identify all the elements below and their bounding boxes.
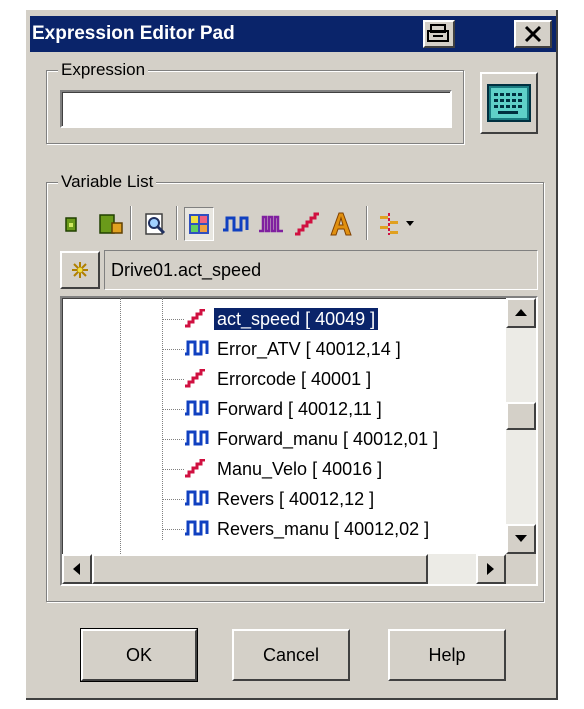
expression-legend: Expression <box>58 60 149 80</box>
digital-signal-icon <box>223 216 249 232</box>
arrow-right-icon <box>487 563 494 575</box>
scroll-left-button[interactable] <box>62 554 92 584</box>
tree-item[interactable]: Forward_manu [ 40012,01 ] <box>162 426 441 452</box>
tree-item[interactable]: act_speed [ 40049 ] <box>162 306 380 332</box>
tree-item-label: Forward_manu [ 40012,01 ] <box>217 429 439 449</box>
small-tag-icon <box>65 217 77 232</box>
analog-signal-icon <box>295 212 319 236</box>
toolbar-separator <box>366 206 368 240</box>
toolbar-button-small-icons[interactable] <box>56 207 86 241</box>
tree-connector <box>162 319 184 320</box>
scroll-thumb[interactable] <box>506 402 536 430</box>
sparkle-icon <box>72 262 88 278</box>
tree-item-label: Error_ATV [ 40012,14 ] <box>217 339 401 359</box>
digital-variable-icon <box>185 490 209 506</box>
tree-item-label: Forward [ 40012,11 ] <box>217 399 382 419</box>
pulse-signal-icon <box>259 215 283 233</box>
tree-item[interactable]: Revers_manu [ 40012,02 ] <box>162 516 432 542</box>
toolbar-button-string[interactable] <box>326 207 356 241</box>
toolbar-separator <box>176 206 178 240</box>
path-pick-button[interactable] <box>60 251 100 289</box>
vertical-scrollbar[interactable] <box>506 298 536 554</box>
keep-on-top-button[interactable] <box>423 20 455 48</box>
arrow-down-icon <box>515 535 527 542</box>
horizontal-scroll-thumb[interactable] <box>92 554 428 584</box>
analog-variable-icon <box>185 459 205 478</box>
tree-connector <box>162 379 184 380</box>
chevron-down-icon <box>406 221 414 226</box>
arrow-left-icon <box>73 563 80 575</box>
scroll-down-button[interactable] <box>506 524 536 554</box>
close-button[interactable] <box>514 20 552 48</box>
variable-list-legend: Variable List <box>58 172 157 192</box>
keyboard-icon <box>487 84 531 122</box>
text-a-icon <box>330 212 352 236</box>
horizontal-scrollbar[interactable] <box>62 554 506 584</box>
digital-variable-icon <box>185 430 209 446</box>
ok-button[interactable]: OK <box>80 628 198 682</box>
help-button[interactable]: Help <box>388 629 506 681</box>
tree-item-label: act_speed [ 40049 ] <box>212 307 380 331</box>
tree-connector <box>162 499 184 500</box>
cancel-button[interactable]: Cancel <box>232 629 350 681</box>
tree-item-label: Manu_Velo [ 40016 ] <box>217 459 383 479</box>
toolbar-button-large-icons[interactable] <box>96 207 126 241</box>
ok-button-label: OK <box>125 644 152 665</box>
variable-path-field[interactable]: Drive01.act_speed <box>104 250 538 290</box>
arrow-up-icon <box>515 309 527 316</box>
analog-variable-icon <box>185 309 205 328</box>
find-icon <box>145 213 166 235</box>
tree-item[interactable]: Revers [ 40012,12 ] <box>162 486 377 512</box>
expression-editor-window: Expression Editor Pad Expression Variabl… <box>26 10 558 700</box>
tree-item[interactable]: Error_ATV [ 40012,14 ] <box>162 336 404 362</box>
tree-item[interactable]: Manu_Velo [ 40016 ] <box>162 456 385 482</box>
toolbar-button-digital[interactable] <box>220 207 250 241</box>
scroll-up-button[interactable] <box>506 298 536 328</box>
digital-variable-icon <box>185 400 209 416</box>
variable-path-value: Drive01.act_speed <box>111 260 262 280</box>
digital-variable-icon <box>185 520 209 536</box>
toolbar-button-pulse[interactable] <box>256 207 286 241</box>
tree-item-label: Revers [ 40012,12 ] <box>217 489 375 509</box>
large-tag-icon <box>99 214 123 234</box>
help-button-label: Help <box>428 644 466 665</box>
toolbar-button-find[interactable] <box>140 207 170 241</box>
tree-item[interactable]: Forward [ 40012,11 ] <box>162 396 385 422</box>
scrollbar-corner <box>506 554 536 584</box>
grid-icon <box>189 214 209 234</box>
tree-connector <box>162 349 184 350</box>
filter-list-icon <box>380 213 398 235</box>
toolbar-button-filter[interactable] <box>374 207 416 241</box>
tree-list: act_speed [ 40049 ] Error_ATV [ 40012,14 … <box>62 298 502 554</box>
digital-variable-icon <box>185 340 209 356</box>
tree-item[interactable]: Errorcode [ 40001 ] <box>162 366 374 392</box>
tree-connector <box>162 529 184 530</box>
window-title: Expression Editor Pad <box>32 23 235 44</box>
scroll-right-button[interactable] <box>476 554 506 584</box>
tree-connector <box>162 409 184 410</box>
printer-icon <box>427 24 449 42</box>
expression-input[interactable] <box>60 90 452 128</box>
tree-item-label: Errorcode [ 40001 ] <box>217 369 372 389</box>
tree-item-label: Revers_manu [ 40012,02 ] <box>217 519 430 539</box>
variable-tree[interactable]: act_speed [ 40049 ] Error_ATV [ 40012,14 … <box>60 296 538 586</box>
toolbar-button-analog[interactable] <box>292 207 322 241</box>
tree-connector <box>162 439 184 440</box>
keyboard-button[interactable] <box>480 72 538 134</box>
toolbar-separator <box>130 206 132 240</box>
title-bar[interactable]: Expression Editor Pad <box>30 16 556 52</box>
tree-connector <box>162 469 184 470</box>
toolbar-button-all-types[interactable] <box>184 207 214 241</box>
analog-variable-icon <box>185 369 205 388</box>
cancel-button-label: Cancel <box>262 644 320 665</box>
close-icon <box>524 25 542 43</box>
